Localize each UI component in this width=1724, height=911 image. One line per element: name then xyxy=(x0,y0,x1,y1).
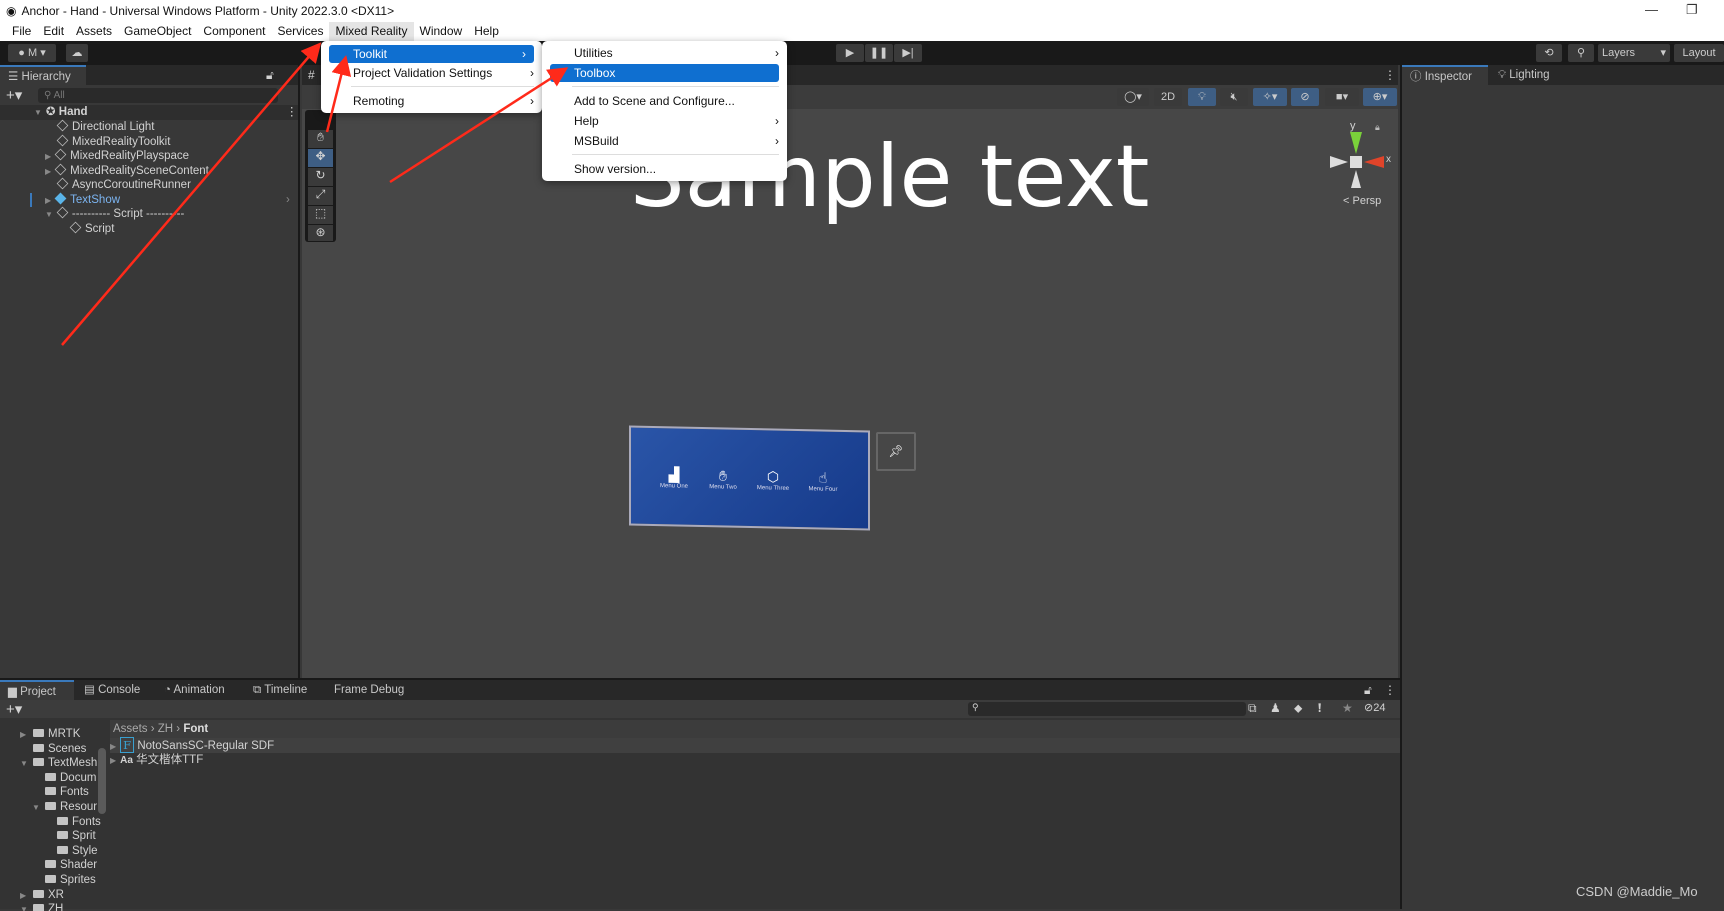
annotation-arrow-toolkit xyxy=(325,55,352,133)
annotation-arrow-mixed-reality xyxy=(61,42,322,346)
annotation-arrows xyxy=(61,42,569,346)
annotation-arrow-toolbox xyxy=(389,67,569,184)
